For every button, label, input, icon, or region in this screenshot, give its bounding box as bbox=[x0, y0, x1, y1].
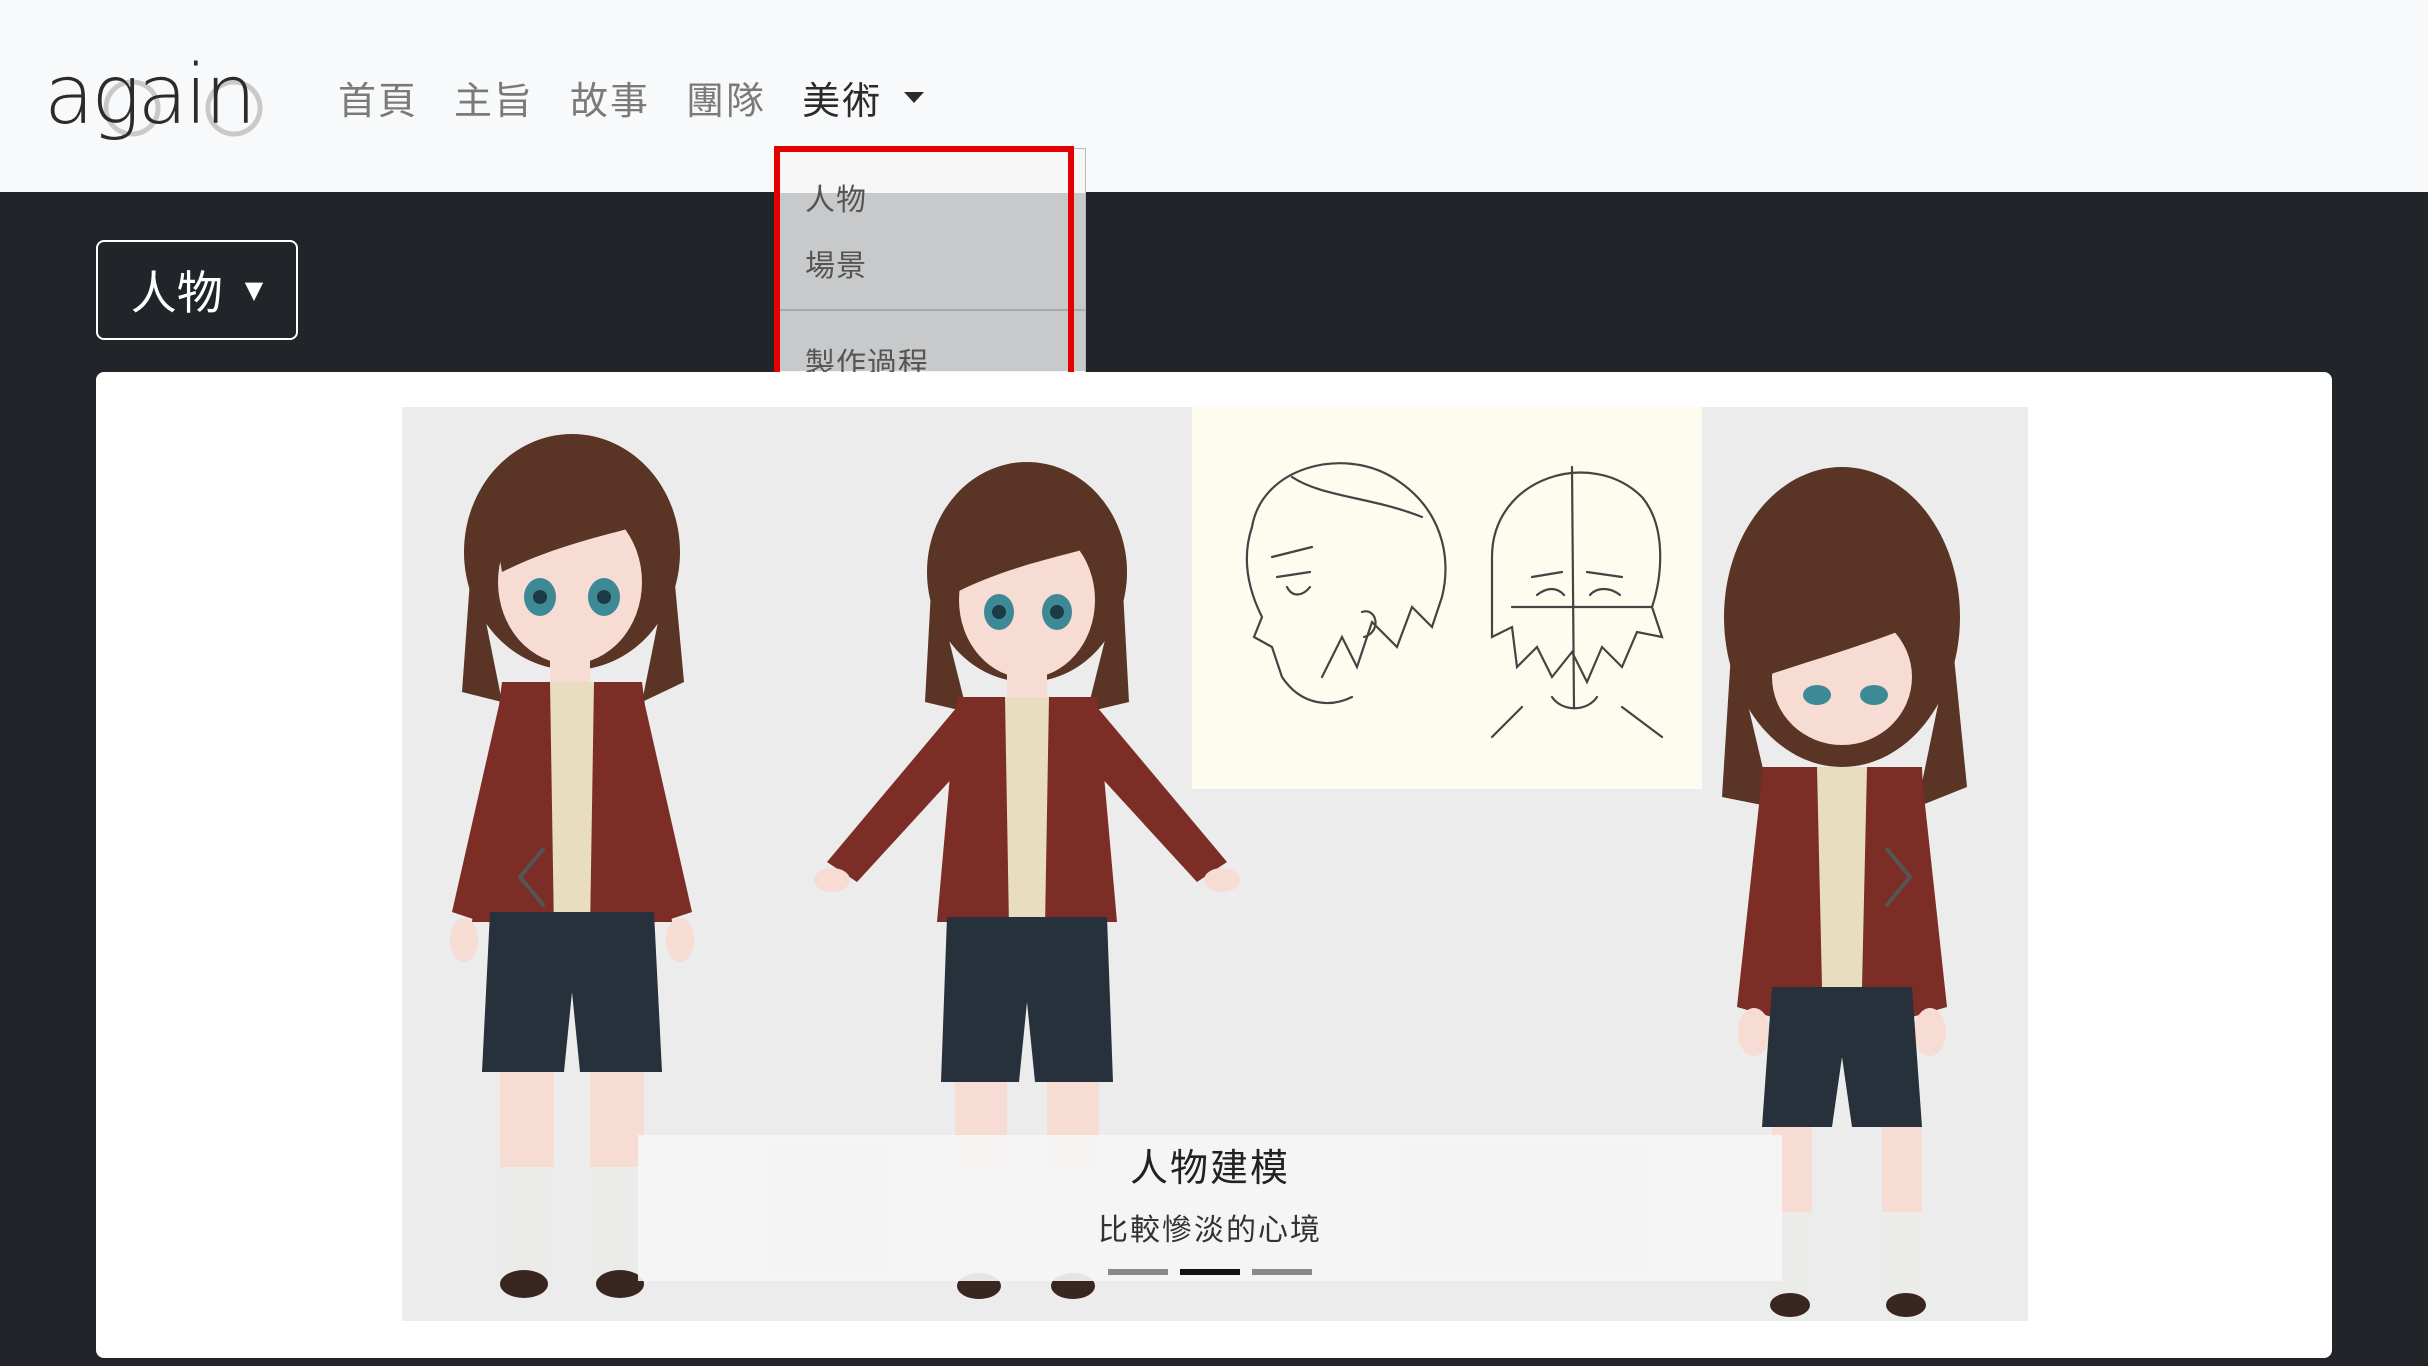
nav-item-story[interactable]: 故事 bbox=[570, 70, 650, 125]
caption-title: 人物建模 bbox=[1129, 1146, 1290, 1190]
carousel-indicator-2[interactable] bbox=[1180, 1269, 1240, 1275]
nav-item-team[interactable]: 團隊 bbox=[686, 70, 766, 125]
chevron-right-icon bbox=[1884, 846, 1913, 908]
dropdown-divider bbox=[777, 309, 1085, 311]
art-dropdown-menu: 人物 場景 製作過程 bbox=[776, 148, 1086, 410]
navbar: again 首頁 主旨 故事 團隊 美術 bbox=[0, 0, 2428, 192]
sketch-image bbox=[1192, 407, 1702, 789]
logo-text: again bbox=[44, 48, 256, 143]
content-card: 人物建模 比較慘淡的心境 bbox=[96, 372, 2332, 1358]
nav-item-art-dropdown[interactable]: 美術 bbox=[802, 70, 925, 125]
nav-item-theme[interactable]: 主旨 bbox=[454, 70, 534, 125]
carousel-prev-button[interactable] bbox=[502, 837, 562, 917]
carousel-caption: 人物建模 比較慘淡的心境 bbox=[638, 1135, 1782, 1281]
caption-subtitle: 比較慘淡的心境 bbox=[1098, 1213, 1322, 1248]
carousel-next-button[interactable] bbox=[1868, 837, 1928, 917]
dropdown-item-characters[interactable]: 人物 bbox=[805, 175, 867, 219]
carousel-indicator-1[interactable] bbox=[1108, 1269, 1168, 1275]
carousel-indicators bbox=[638, 1269, 1782, 1275]
caret-down-icon bbox=[904, 91, 925, 103]
carousel-indicator-3[interactable] bbox=[1252, 1269, 1312, 1275]
character-carousel: 人物建模 比較慘淡的心境 bbox=[402, 407, 2028, 1321]
nav-item-home[interactable]: 首頁 bbox=[338, 70, 418, 125]
dropdown-item-scenes[interactable]: 場景 bbox=[805, 241, 867, 285]
head-sketch-drawing bbox=[1245, 462, 1664, 739]
nav-item-art-label: 美術 bbox=[802, 78, 883, 123]
category-button-label: 人物 bbox=[130, 266, 223, 320]
nav-menu: 首頁 主旨 故事 團隊 美術 bbox=[338, 62, 960, 132]
category-dropdown-button[interactable]: 人物 ▼ bbox=[96, 240, 298, 340]
chevron-left-icon bbox=[517, 846, 546, 908]
caret-down-icon: ▼ bbox=[244, 276, 264, 304]
brand-logo[interactable]: again bbox=[44, 52, 284, 162]
